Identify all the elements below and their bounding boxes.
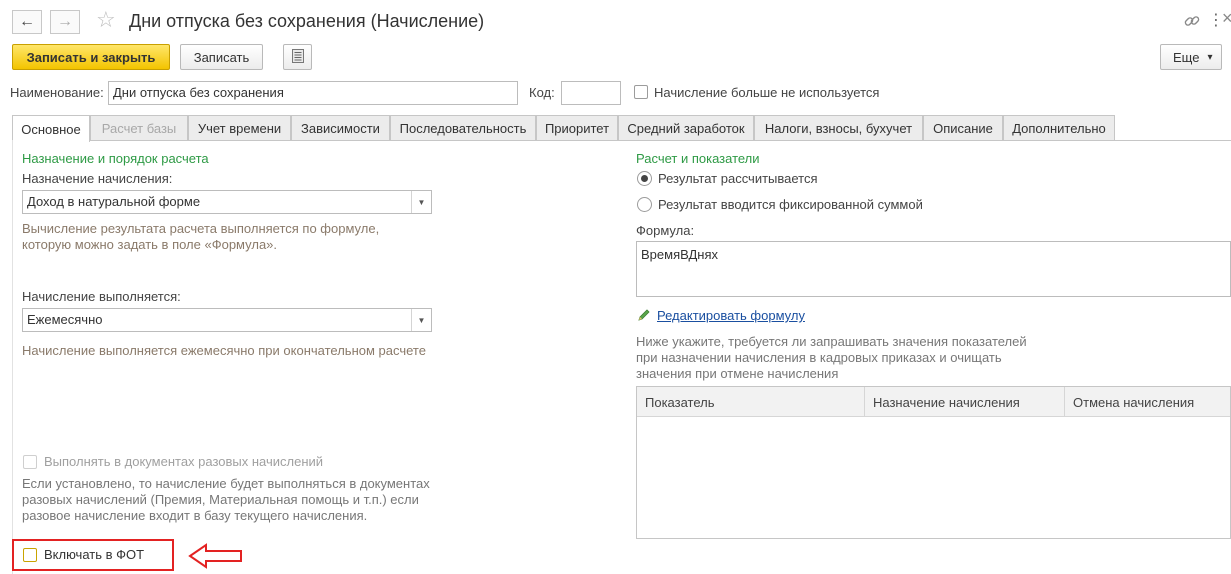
more-menu-button[interactable]: Еще ▾ <box>1160 44 1222 70</box>
document-list-icon <box>291 48 304 66</box>
column-header-cancel[interactable]: Отмена начисления <box>1065 387 1231 417</box>
onetime-label: Выполнять в документах разовых начислени… <box>44 454 324 469</box>
period-value: Ежемесячно <box>27 312 103 327</box>
onetime-checkbox[interactable] <box>23 455 37 469</box>
tab-underline <box>90 140 1231 141</box>
column-header-assignment[interactable]: Назначение начисления <box>865 387 1065 417</box>
purpose-label: Назначение начисления: <box>22 171 173 186</box>
fot-label: Включать в ФОТ <box>44 547 145 562</box>
purpose-value: Доход в натуральной форме <box>27 194 201 209</box>
more-label: Еще <box>1173 49 1200 65</box>
save-button[interactable]: Записать <box>180 44 263 70</box>
period-label: Начисление выполняется: <box>22 289 181 304</box>
tab-main[interactable]: Основное <box>12 115 90 142</box>
radio-fixed[interactable] <box>637 197 652 212</box>
table-header: Показатель Назначение начисления Отмена … <box>637 387 1230 417</box>
period-select[interactable]: Ежемесячно ▼ <box>22 308 432 332</box>
report-button[interactable] <box>283 44 312 70</box>
fot-checkbox[interactable] <box>23 548 37 562</box>
back-button[interactable]: ← <box>12 10 42 34</box>
formula-field[interactable]: ВремяВДнях <box>636 241 1231 297</box>
radio-calculated-label: Результат рассчитывается <box>658 171 818 186</box>
forward-button[interactable]: → <box>50 10 80 34</box>
tab-dependencies[interactable]: Зависимости <box>291 115 390 141</box>
tab-base-calc[interactable]: Расчет базы <box>90 115 188 141</box>
tab-priority[interactable]: Приоритет <box>536 115 618 141</box>
tab-average-earnings[interactable]: Средний заработок <box>618 115 754 141</box>
panel-left-border <box>12 140 13 574</box>
link-icon[interactable] <box>1183 12 1201 30</box>
unused-label: Начисление больше не используется <box>654 85 880 100</box>
name-label: Наименование: <box>10 85 104 100</box>
tab-taxes[interactable]: Налоги, взносы, бухучет <box>754 115 923 141</box>
unused-checkbox[interactable] <box>634 85 648 99</box>
save-and-close-button[interactable]: Записать и закрыть <box>12 44 170 70</box>
radio-calculated[interactable] <box>637 171 652 186</box>
section-title-purpose: Назначение и порядок расчета <box>22 151 209 166</box>
tab-time-tracking[interactable]: Учет времени <box>188 115 291 141</box>
dropdown-arrow-icon[interactable]: ▼ <box>411 191 431 213</box>
tab-description[interactable]: Описание <box>923 115 1003 141</box>
page-title: Дни отпуска без сохранения (Начисление) <box>129 11 485 31</box>
purpose-select[interactable]: Доход в натуральной форме ▼ <box>22 190 432 214</box>
tab-bar: Основное Расчет базы Учет времени Зависи… <box>0 115 1231 142</box>
purpose-hint: Вычисление результата расчета выполняетс… <box>22 221 380 252</box>
formula-label: Формула: <box>636 223 695 238</box>
section-title-calc: Расчет и показатели <box>636 151 760 166</box>
dropdown-arrow-icon[interactable]: ▼ <box>411 309 431 331</box>
onetime-hint: Если установлено, то начисление будет вы… <box>22 476 430 523</box>
arrow-right-icon: → <box>57 13 73 30</box>
indicators-hint: Ниже укажите, требуется ли запрашивать з… <box>636 334 1027 381</box>
name-field[interactable]: Дни отпуска без сохранения <box>108 81 518 105</box>
favorite-star-icon[interactable]: ☆ <box>96 9 116 31</box>
arrow-pointer-icon <box>188 543 244 569</box>
column-header-indicator[interactable]: Показатель <box>637 387 865 417</box>
caret-down-icon: ▾ <box>1207 51 1213 63</box>
close-icon[interactable]: × <box>1222 8 1231 29</box>
edit-formula-link[interactable]: Редактировать формулу <box>657 308 805 323</box>
pencil-icon <box>637 308 651 322</box>
radio-fixed-label: Результат вводится фиксированной суммой <box>658 197 923 212</box>
code-label: Код: <box>529 85 555 100</box>
arrow-left-icon: ← <box>19 13 35 30</box>
tab-sequence[interactable]: Последовательность <box>390 115 536 141</box>
code-field[interactable] <box>561 81 621 105</box>
period-hint: Начисление выполняется ежемесячно при ок… <box>22 343 426 358</box>
indicators-table[interactable]: Показатель Назначение начисления Отмена … <box>636 386 1231 539</box>
tab-additional[interactable]: Дополнительно <box>1003 115 1115 141</box>
